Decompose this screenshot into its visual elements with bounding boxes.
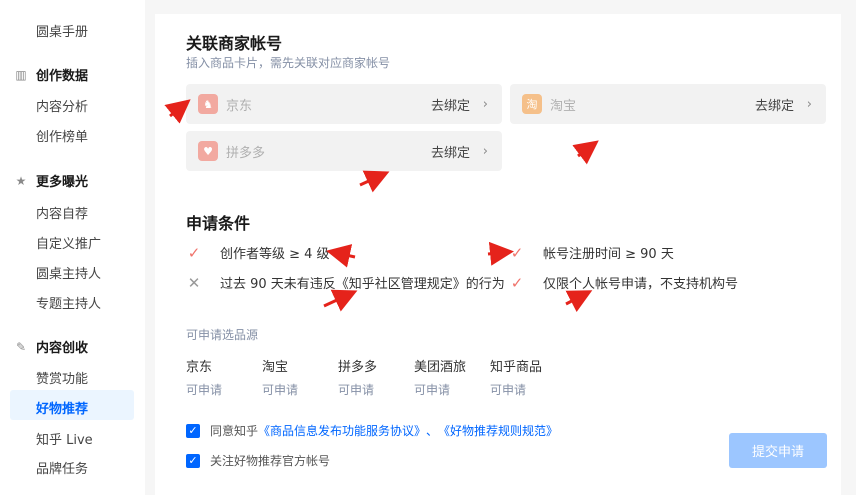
service-agreement-link[interactable]: 《商品信息发布功能服务协议》 [258, 422, 426, 439]
source-name: 拼多多 [338, 360, 378, 375]
bar-chart-icon: ▥ [15, 67, 27, 82]
sidebar-section-content-monetization: ✎ 内容创收 [14, 337, 89, 357]
merchant-name: 京东 [226, 98, 253, 114]
page-title: 关联商家帐号 [186, 34, 283, 53]
sidebar-item-self-recommend[interactable]: 内容自荐 [36, 203, 88, 222]
main-panel: 关联商家帐号 插入商品卡片，需先关联对应商家帐号 ♞ 京东 去绑定 › 淘 淘宝… [155, 14, 841, 495]
condition-item: ✓ 创作者等级 ≥ 4 级 [186, 243, 330, 263]
sidebar-item-roundtable-host[interactable]: 圆桌主持人 [36, 263, 101, 282]
merchant-card-pinduoduo[interactable]: ♥ 拼多多 去绑定 › [186, 131, 502, 171]
follow-text: 关注好物推荐官方帐号 [210, 454, 331, 468]
condition-text: 仅限个人帐号申请，不支持机构号 [543, 277, 739, 292]
sidebar-section-creation-data: ▥ 创作数据 [14, 65, 89, 85]
taobao-logo-icon: 淘 [522, 94, 542, 114]
star-icon: ★ [15, 173, 27, 188]
jd-logo-icon: ♞ [198, 94, 218, 114]
sidebar-section-more-exposure: ★ 更多曝光 [14, 171, 89, 191]
source-status: 可申请 [414, 383, 451, 397]
sidebar-item-creation-ranking[interactable]: 创作榜单 [36, 126, 88, 145]
chevron-right-icon: › [482, 96, 488, 112]
condition-item: ✓ 仅限个人帐号申请，不支持机构号 [509, 273, 739, 293]
check-icon: ✓ [510, 243, 524, 262]
sidebar-section-title: 更多曝光 [36, 175, 89, 190]
submit-button[interactable]: 提交申请 [729, 433, 827, 468]
sidebar-item-roundtable-manual[interactable]: 圆桌手册 [36, 21, 88, 40]
merchant-name: 淘宝 [550, 98, 577, 114]
agreement-separator: 、 [426, 424, 439, 438]
rules-link[interactable]: 《好物推荐规则规范》 [438, 422, 558, 439]
sidebar-item-brand-tasks[interactable]: 品牌任务 [36, 458, 88, 477]
merchant-card-jd[interactable]: ♞ 京东 去绑定 › [186, 84, 502, 124]
chevron-right-icon: › [806, 96, 812, 112]
sidebar-item-appreciation[interactable]: 赞赏功能 [36, 368, 88, 387]
sidebar-item-topic-host[interactable]: 专题主持人 [36, 293, 101, 312]
check-icon: ✓ [187, 243, 201, 262]
bind-button[interactable]: 去绑定 [755, 95, 794, 114]
sidebar-item-zhihu-live[interactable]: 知乎 Live [36, 429, 93, 448]
sidebar: 圆桌手册 ▥ 创作数据 内容分析 创作榜单 ★ 更多曝光 内容自荐 自定义推广 … [0, 0, 145, 495]
source-item: 美团酒旅 可申请 [414, 356, 466, 398]
source-item: 京东 可申请 [186, 356, 222, 398]
source-status: 可申请 [186, 383, 223, 397]
merchant-card-taobao[interactable]: 淘 淘宝 去绑定 › [510, 84, 826, 124]
page-subtitle: 插入商品卡片，需先关联对应商家帐号 [186, 56, 391, 70]
source-item: 淘宝 可申请 [262, 356, 298, 398]
condition-text: 创作者等级 ≥ 4 级 [220, 247, 330, 262]
sidebar-item-custom-promotion[interactable]: 自定义推广 [36, 233, 101, 252]
sources-label: 可申请选品源 [186, 328, 259, 342]
source-status: 可申请 [338, 383, 375, 397]
source-name: 美团酒旅 [414, 360, 467, 375]
source-status: 可申请 [490, 383, 527, 397]
agreement-checkbox[interactable]: ✓ [186, 423, 200, 438]
sidebar-section-title: 创作数据 [36, 69, 89, 84]
conditions-title: 申请条件 [186, 214, 251, 233]
sidebar-section-title: 内容创收 [36, 341, 89, 356]
bind-button[interactable]: 去绑定 [431, 142, 470, 161]
condition-item: ✓ 帐号注册时间 ≥ 90 天 [509, 243, 674, 263]
source-name: 京东 [186, 360, 213, 375]
pen-icon: ✎ [15, 339, 27, 354]
source-name: 知乎商品 [490, 360, 543, 375]
source-name: 淘宝 [262, 360, 289, 375]
follow-checkbox[interactable]: ✓ [186, 453, 200, 468]
source-item: 拼多多 可申请 [338, 356, 377, 398]
pinduoduo-logo-icon: ♥ [198, 141, 218, 161]
check-icon: ✓ [510, 273, 524, 292]
bind-button[interactable]: 去绑定 [431, 95, 470, 114]
condition-item: ✕ 过去 90 天未有违反《知乎社区管理规定》的行为 [186, 273, 505, 293]
condition-text: 帐号注册时间 ≥ 90 天 [543, 247, 674, 262]
follow-row: ✓ 关注好物推荐官方帐号 [186, 452, 330, 469]
agreement-prefix: 同意知乎 [210, 424, 259, 438]
chevron-right-icon: › [482, 143, 488, 159]
cross-icon: ✕ [187, 273, 201, 292]
agreement-row: ✓ 同意知乎 《商品信息发布功能服务协议》 、 《好物推荐规则规范》 [186, 422, 558, 439]
sidebar-item-good-recommendation[interactable]: 好物推荐 [36, 398, 88, 417]
source-status: 可申请 [262, 383, 299, 397]
source-item: 知乎商品 可申请 [490, 356, 542, 398]
merchant-name: 拼多多 [226, 145, 266, 161]
condition-text: 过去 90 天未有违反《知乎社区管理规定》的行为 [220, 277, 505, 292]
sidebar-item-content-analysis[interactable]: 内容分析 [36, 96, 88, 115]
